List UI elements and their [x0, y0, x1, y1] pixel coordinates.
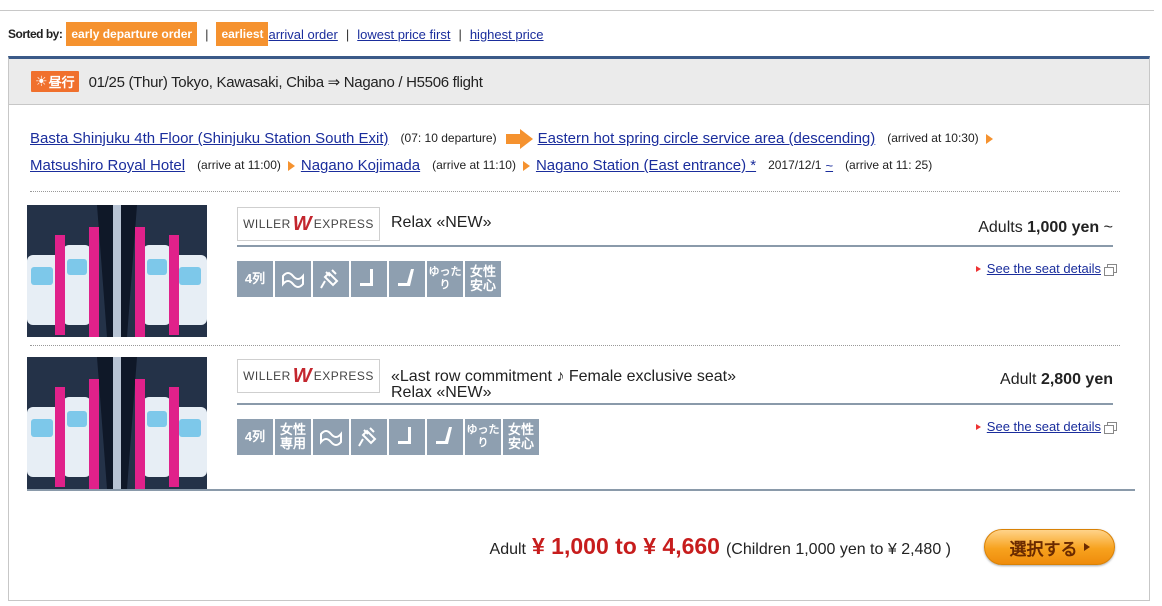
- trip-header: ☀ 昼行 01/25 (Thur) Tokyo, Kawasaki, Chiba…: [9, 59, 1149, 105]
- stop-link[interactable]: Matsushiro Royal Hotel: [30, 152, 185, 179]
- stop-link[interactable]: Eastern hot spring circle service area (…: [538, 125, 876, 152]
- spacious-icon: ゆったり: [427, 261, 463, 297]
- seat-icon: [389, 419, 425, 455]
- stop-date: 2017/12/1: [768, 158, 822, 172]
- route-stops: Basta Shinjuku 4th Floor (Shinjuku Stati…: [30, 125, 1120, 179]
- stop-link[interactable]: Nagano Kojimada: [301, 152, 420, 179]
- blanket-icon: [275, 261, 311, 297]
- female-safe-icon: 女性安心: [503, 419, 539, 455]
- summary-price-range: ¥ 1,000 to ¥ 4,660: [532, 533, 720, 559]
- summary-adult-label: Adult: [489, 541, 526, 558]
- spacious-icon: ゆったり: [465, 419, 501, 455]
- sun-icon: ☀: [35, 73, 48, 89]
- stop-link[interactable]: Nagano Station (East entrance) *: [536, 152, 756, 179]
- plan-divider: [237, 245, 1113, 247]
- recline-seat-icon: [389, 261, 425, 297]
- sort-separator: |: [345, 26, 350, 42]
- plans-bottom-divider: [27, 489, 1135, 491]
- caret-right-icon: [1083, 543, 1090, 551]
- four-row-icon: 4列: [237, 419, 273, 455]
- plan-name: «Last row commitment ♪ Female exclusive …: [391, 368, 737, 401]
- female-safe-icon: 女性安心: [465, 261, 501, 297]
- sort-lowest-price-link[interactable]: lowest price first: [357, 27, 450, 42]
- caret-right-icon: [975, 265, 981, 272]
- sort-separator: |: [205, 26, 209, 42]
- select-button-label: 選択する: [1009, 539, 1078, 559]
- amenity-icons: 4列 女性専用 ゆったり 女性安心: [237, 419, 539, 455]
- sort-earliest[interactable]: earliest: [216, 22, 269, 46]
- seat-details-link[interactable]: See the seat details: [987, 261, 1101, 276]
- blanket-icon: [313, 419, 349, 455]
- sort-arrival-order-link[interactable]: arrival order: [268, 27, 337, 42]
- trip-card: ☀ 昼行 01/25 (Thur) Tokyo, Kawasaki, Chiba…: [8, 56, 1150, 601]
- seat-details: See the seat details: [975, 261, 1117, 276]
- amenity-icons: 4列 ゆったり 女性安心: [237, 261, 501, 297]
- recline-seat-icon: [427, 419, 463, 455]
- new-window-icon: [1104, 264, 1117, 276]
- four-row-icon: 4列: [237, 261, 273, 297]
- price-prefix: Adult: [1000, 371, 1037, 388]
- summary-text: Adult ¥ 1,000 to ¥ 4,660 (Children 1,000…: [490, 533, 951, 560]
- stop-time: (07: 10 departure): [400, 131, 497, 145]
- sort-separator: |: [458, 26, 462, 42]
- price-value: 2,800 yen: [1040, 371, 1113, 388]
- daytime-badge-label: 昼行: [48, 75, 75, 90]
- stop-link[interactable]: Basta Shinjuku 4th Floor (Shinjuku Stati…: [30, 125, 389, 152]
- seat-icon: [351, 261, 387, 297]
- female-only-icon: 女性専用: [275, 419, 311, 455]
- plan-separator: [30, 345, 1120, 346]
- route-divider: [30, 191, 1120, 192]
- sort-highest-price-link[interactable]: highest price: [470, 27, 544, 42]
- plan-price: Adults 1,000 yen ~: [978, 219, 1113, 237]
- route-row: Basta Shinjuku 4th Floor (Shinjuku Stati…: [30, 125, 1120, 152]
- willer-express-logo: WILLER W EXPRESS: [237, 359, 380, 393]
- stop-time: (arrive at 11: 25): [845, 158, 933, 172]
- route-row: Matsushiro Royal Hotel (arrive at 11:00)…: [30, 152, 1120, 179]
- plan-row: WILLER W EXPRESS Relax «NEW» Adults 1,00…: [27, 205, 1117, 337]
- price-suffix: ~: [1103, 219, 1113, 236]
- triangle-right-icon: [287, 160, 295, 171]
- sort-early-departure[interactable]: early departure order: [66, 22, 198, 46]
- sort-bar: Sorted by: early departure order | earli…: [8, 21, 544, 47]
- select-button[interactable]: 選択する: [984, 529, 1115, 565]
- triangle-right-icon: [985, 133, 993, 144]
- summary-children-price: (Children 1,000 yen to ¥ 2,480 ): [725, 541, 951, 558]
- triangle-right-icon: [522, 160, 530, 171]
- price-value: 1,000 yen: [1027, 219, 1100, 236]
- stop-time: (arrive at 11:10): [432, 158, 516, 172]
- seat-details: See the seat details: [975, 419, 1117, 434]
- date-tilde-link[interactable]: ~: [825, 152, 833, 179]
- bus-interior-photo: [27, 357, 207, 489]
- sort-label: Sorted by:: [8, 27, 63, 41]
- plan-name: Relax «NEW»: [391, 214, 492, 231]
- power-plug-icon: [313, 261, 349, 297]
- power-plug-icon: [351, 419, 387, 455]
- willer-express-logo: WILLER W EXPRESS: [237, 207, 380, 241]
- caret-right-icon: [975, 423, 981, 430]
- bus-interior-photo: [27, 205, 207, 337]
- daytime-badge: ☀ 昼行: [31, 71, 79, 92]
- trip-title: 01/25 (Thur) Tokyo, Kawasaki, Chiba ⇒ Na…: [88, 73, 483, 91]
- new-window-icon: [1104, 422, 1117, 434]
- plan-price: Adult 2,800 yen: [1000, 371, 1113, 389]
- stop-time: (arrive at 11:00): [197, 158, 281, 172]
- price-prefix: Adults: [978, 219, 1023, 236]
- arrow-right-icon: [505, 128, 534, 149]
- price-summary: Adult ¥ 1,000 to ¥ 4,660 (Children 1,000…: [9, 529, 1149, 565]
- plan-divider: [237, 403, 1113, 405]
- seat-details-link[interactable]: See the seat details: [987, 419, 1101, 434]
- top-divider: [0, 10, 1154, 11]
- plan-row: WILLER W EXPRESS «Last row commitment ♪ …: [27, 357, 1117, 489]
- stop-time: (arrived at 10:30): [887, 131, 979, 145]
